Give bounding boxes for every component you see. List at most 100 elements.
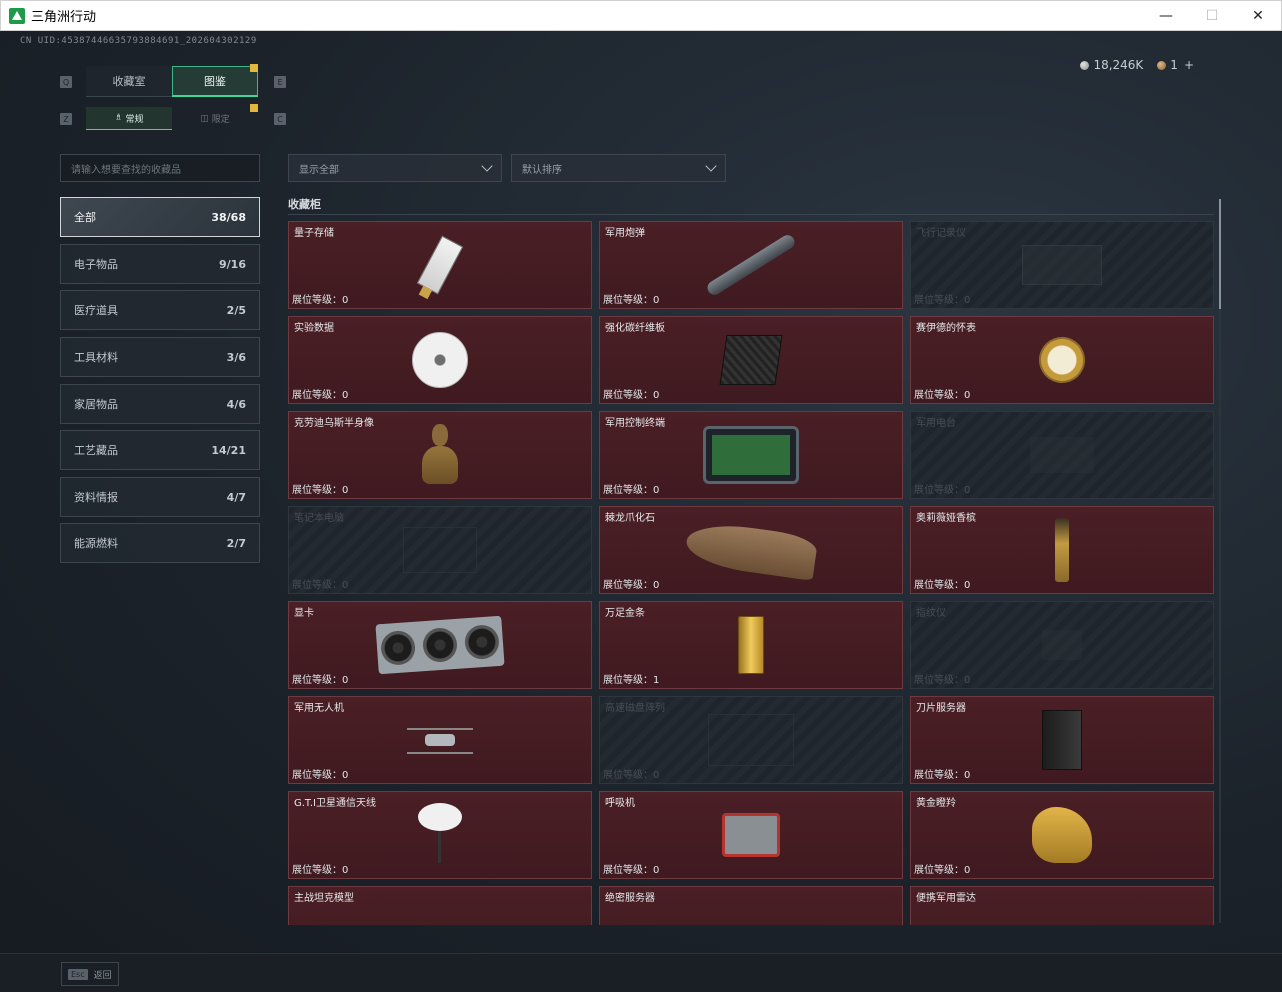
trophy-icon: ♗ [114,113,123,123]
item-image [407,720,473,760]
maximize-button[interactable]: ☐ [1189,1,1235,31]
collection-item-card[interactable]: 克劳迪乌斯半身像 展位等级：0 [288,411,592,499]
silver-amount: 18,246K [1093,58,1144,72]
item-name: 刀片服务器 [916,703,966,714]
collection-item-card[interactable]: 赛伊德的怀表 展位等级：0 [910,316,1214,404]
collection-item-card[interactable]: 便携军用雷达展位等级：0 [910,886,1214,925]
collection-item-card[interactable]: 军用炮弹 展位等级：0 [599,221,903,309]
portable-radar-icon [1033,899,1091,925]
tab-regular[interactable]: ♗ 常规 [86,107,172,130]
level-label: 展位等级： [603,580,653,591]
item-name: 高速磁盘阵列 [605,703,665,714]
level-label: 展位等级： [603,485,653,496]
scrollbar-thumb[interactable] [1219,199,1221,309]
item-image [422,424,458,486]
item-image [416,235,464,295]
show-filter-dropdown[interactable]: 显示全部 [288,154,502,182]
level-label: 展位等级： [292,580,342,591]
level-value: 0 [653,295,660,306]
item-image [1022,245,1102,285]
collection-item-card[interactable]: 军用无人机 展位等级：0 [288,696,592,784]
item-level: 展位等级：0 [914,291,970,306]
level-value: 0 [342,580,349,591]
app-logo-icon [9,7,25,24]
item-level: 展位等级：0 [914,671,970,686]
level-label: 展位等级： [292,390,342,401]
collection-item-card[interactable]: 奥莉薇娅香槟 展位等级：0 [910,506,1214,594]
level-value: 0 [342,770,349,781]
collection-item-card[interactable]: 主战坦克模型展位等级：0 [288,886,592,925]
back-button[interactable]: Esc 返回 [61,962,119,986]
collection-item-card[interactable]: 万足金条 展位等级：1 [599,601,903,689]
collection-item-card[interactable]: 军用电台 展位等级：0 [910,411,1214,499]
item-name: 指纹仪 [916,608,946,619]
esc-key-hint: Esc [68,968,88,980]
limited-icon: ◫ [200,113,209,124]
item-image [412,332,468,388]
notification-badge-2 [250,104,258,112]
level-label: 展位等级： [292,295,342,306]
collection-item-card[interactable]: 飞行记录仪 展位等级：0 [910,221,1214,309]
add-currency-button[interactable]: + [1184,58,1194,72]
gpu-fan [421,626,459,664]
gpu-fan [463,623,501,661]
tab-catalog[interactable]: 图鉴 [172,66,258,97]
item-level: 展位等级：0 [603,386,659,401]
category-tools[interactable]: 工具材料 3/6 [60,337,260,377]
item-image [1055,518,1069,582]
item-image [1042,630,1082,660]
item-name: 黄金瞪羚 [916,798,956,809]
close-button[interactable]: ✕ [1235,1,1281,31]
bottom-bar: Esc 返回 [0,953,1282,992]
collection-item-card[interactable]: G.T.I卫星通信天线 展位等级：0 [288,791,592,879]
collection-item-card[interactable]: 实验数据展位等级：0 [288,316,592,404]
sort-dropdown[interactable]: 默认排序 [511,154,726,182]
category-crafts[interactable]: 工艺藏品 14/21 [60,430,260,470]
user-uid: CN UID:4538744663579388469​1_20260430212… [20,36,257,46]
item-image [1030,437,1094,473]
level-value: 0 [342,485,349,496]
category-medical[interactable]: 医疗道具 2/5 [60,290,260,330]
collection-item-card[interactable]: 呼吸机 展位等级：0 [599,791,903,879]
tab-collection-room[interactable]: 收藏室 [86,66,172,97]
category-intel[interactable]: 资料情报 4/7 [60,477,260,517]
category-count: 4/6 [226,397,246,411]
item-name: 实验数据 [294,323,334,334]
collection-item-card[interactable]: 黄金瞪羚 展位等级：0 [910,791,1214,879]
collection-item-card[interactable]: 军用控制终端 展位等级：0 [599,411,903,499]
collection-item-card[interactable]: 量子存储 展位等级：0 [288,221,592,309]
level-label: 展位等级： [914,295,964,306]
category-label: 电子物品 [74,258,118,271]
level-value: 0 [653,865,660,876]
minimize-button[interactable]: — [1143,1,1189,31]
category-household[interactable]: 家居物品 4/6 [60,384,260,424]
category-all[interactable]: 全部 38/68 [60,197,260,237]
bronze-currency[interactable]: 1 + [1157,58,1194,72]
show-filter-value: 显示全部 [299,164,339,176]
item-image [1032,330,1092,390]
level-label: 展位等级： [914,770,964,781]
collection-item-card[interactable]: 棘龙爪化石 展位等级：0 [599,506,903,594]
item-level: 展位等级：0 [292,481,348,496]
collection-item-card[interactable]: 高速磁盘阵列 展位等级：0 [599,696,903,784]
level-value: 0 [342,675,349,686]
window-controls: — ☐ ✕ [1143,1,1281,32]
level-value: 0 [342,390,349,401]
collection-item-card[interactable]: 笔记本电脑 展位等级：0 [288,506,592,594]
collection-item-card[interactable]: 刀片服务器展位等级：0 [910,696,1214,784]
tab-limited[interactable]: ◫ 限定 [172,107,258,130]
collection-item-card[interactable]: 绝密服务器展位等级：0 [599,886,903,925]
category-energy[interactable]: 能源燃料 2/7 [60,523,260,563]
item-level: 展位等级：0 [292,861,348,876]
collection-item-card[interactable]: 强化碳纤维板 展位等级：0 [599,316,903,404]
usb-drive-icon [416,235,464,295]
item-level: 展位等级：0 [914,766,970,781]
sort-value: 默认排序 [522,164,562,176]
collection-item-card[interactable]: 指纹仪展位等级：0 [910,601,1214,689]
search-input[interactable]: 请输入想要查找的收藏品 [60,154,260,182]
category-electronics[interactable]: 电子物品 9/16 [60,244,260,284]
back-label: 返回 [93,970,112,981]
tank-model-icon [414,898,466,925]
collection-item-card[interactable]: 显卡 展位等级：0 [288,601,592,689]
bronze-coin-icon [1157,61,1167,70]
